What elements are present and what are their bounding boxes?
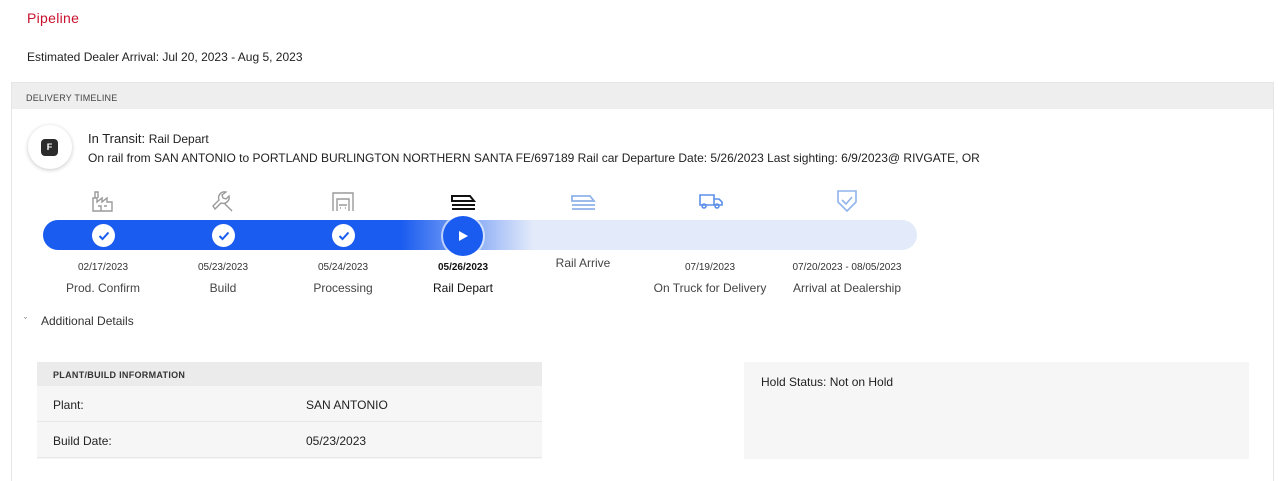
- status-value: Rail Depart: [148, 132, 209, 146]
- check-icon: [338, 231, 349, 240]
- plant-build-panel: PLANT/BUILD INFORMATION Plant: SAN ANTON…: [37, 362, 542, 459]
- estimated-arrival: Estimated Dealer Arrival: Jul 20, 2023 -…: [27, 50, 303, 64]
- step-label: Processing: [313, 281, 373, 295]
- badge-letter: F: [41, 139, 58, 156]
- plant-row-value: SAN ANTONIO: [306, 398, 388, 412]
- status-badge: F: [28, 125, 72, 169]
- plant-row: Build Date: 05/23/2023: [37, 422, 542, 458]
- step-check-build: [212, 224, 235, 247]
- train-icon: [448, 187, 478, 215]
- status-label: In Transit:: [88, 131, 146, 146]
- garage-icon: [328, 187, 358, 215]
- transit-status: In Transit: Rail Depart: [88, 131, 209, 146]
- plant-panel-header: PLANT/BUILD INFORMATION: [37, 362, 542, 386]
- step-label: Prod. Confirm: [65, 281, 141, 295]
- step-label: Rail Arrive: [555, 256, 611, 270]
- plant-row-key: Plant:: [53, 398, 84, 412]
- step-date: 07/19/2023: [684, 262, 736, 273]
- step-check-processing: [332, 224, 355, 247]
- route-info: On rail from SAN ANTONIO to PORTLAND BUR…: [88, 151, 980, 165]
- section-header: DELIVERY TIMELINE: [12, 83, 1273, 109]
- train-arrive-icon: [568, 187, 598, 215]
- additional-details-label: Additional Details: [41, 314, 134, 328]
- plant-row-value: 05/23/2023: [306, 434, 367, 448]
- pipeline-title: Pipeline: [27, 10, 80, 26]
- factory-icon: [88, 187, 118, 215]
- step-check-prod-confirm: [92, 224, 115, 247]
- step-label: Rail Depart: [432, 281, 494, 295]
- truck-icon: [696, 187, 726, 215]
- step-date: 05/26/2023: [437, 262, 489, 273]
- chevron-down-icon: ˇ: [24, 316, 27, 326]
- step-date: 07/20/2023 - 08/05/2023: [792, 262, 902, 273]
- hold-status-panel: Hold Status: Not on Hold: [744, 362, 1249, 459]
- step-current-marker: [443, 216, 483, 256]
- step-label: Arrival at Dealership: [792, 281, 902, 295]
- step-date: 02/17/2023: [77, 262, 129, 273]
- step-label: Build: [209, 281, 237, 295]
- hold-status: Hold Status: Not on Hold: [761, 375, 894, 389]
- plant-row: Plant: SAN ANTONIO: [37, 386, 542, 422]
- check-icon: [98, 231, 109, 240]
- shield-check-icon: [832, 187, 862, 215]
- step-date: 05/24/2023: [317, 262, 369, 273]
- check-icon: [218, 231, 229, 240]
- step-label: On Truck for Delivery: [653, 281, 767, 295]
- delivery-timeline-card: DELIVERY TIMELINE F In Transit: Rail Dep…: [11, 82, 1274, 481]
- step-date: 05/23/2023: [197, 262, 249, 273]
- play-icon: [459, 231, 468, 241]
- additional-details-toggle[interactable]: ˇ Additional Details: [24, 314, 134, 328]
- plant-row-key: Build Date:: [53, 434, 112, 448]
- wrench-icon: [208, 187, 238, 215]
